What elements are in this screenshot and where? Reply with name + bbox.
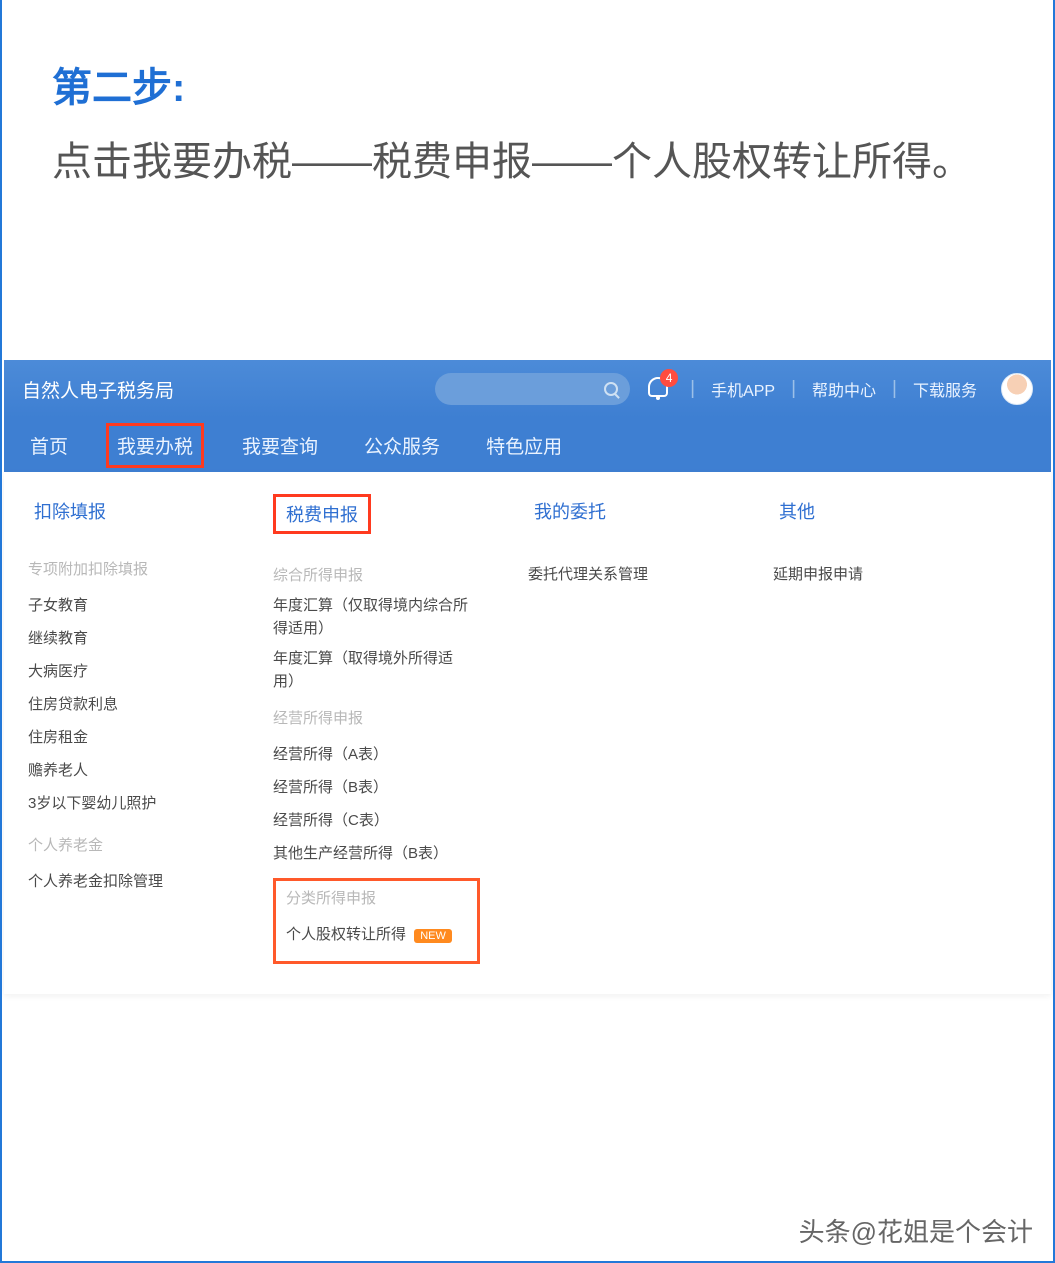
group-title: 专项附加扣除填报 bbox=[28, 558, 225, 579]
separator: | bbox=[892, 378, 897, 400]
step-description: 点击我要办税——税费申报——个人股权转让所得。 bbox=[52, 131, 1003, 193]
group-title: 经营所得申报 bbox=[273, 707, 480, 728]
group-title: 综合所得申报 bbox=[273, 564, 480, 585]
avatar[interactable] bbox=[1001, 373, 1033, 405]
nav-tax[interactable]: 我要办税 bbox=[106, 423, 204, 468]
separator: | bbox=[690, 378, 695, 400]
menu-item[interactable]: 其他生产经营所得（B表） bbox=[273, 837, 480, 870]
nav-feature[interactable]: 特色应用 bbox=[478, 426, 570, 465]
nav-public[interactable]: 公众服务 bbox=[356, 426, 448, 465]
bell-badge: 4 bbox=[660, 369, 678, 387]
menu-item[interactable]: 延期申报申请 bbox=[773, 558, 965, 591]
menu-item[interactable]: 3岁以下婴幼儿照护 bbox=[28, 787, 225, 820]
nav-bar: 首页 我要办税 我要查询 公众服务 特色应用 bbox=[4, 418, 1051, 472]
group-title: 个人养老金 bbox=[28, 834, 225, 855]
menu-item-label: 个人股权转让所得 bbox=[286, 926, 406, 943]
col-header-other[interactable]: 其他 bbox=[773, 494, 821, 528]
new-badge: NEW bbox=[414, 929, 452, 943]
link-download-service[interactable]: 下载服务 bbox=[913, 377, 977, 401]
col-declaration: 税费申报 综合所得申报 年度汇算（仅取得境内综合所得适用） 年度汇算（取得境外所… bbox=[249, 494, 504, 964]
menu-item[interactable]: 委托代理关系管理 bbox=[528, 558, 725, 591]
col-deduction: 扣除填报 专项附加扣除填报 子女教育 继续教育 大病医疗 住房贷款利息 住房租金… bbox=[4, 494, 249, 964]
notification-bell[interactable]: 4 bbox=[648, 377, 670, 401]
tax-app-window: 自然人电子税务局 4 | 手机APP | 帮助中心 | 下载服务 首页 我要办税… bbox=[4, 360, 1051, 994]
col-header-declaration[interactable]: 税费申报 bbox=[273, 494, 371, 534]
source-caption: 头条@花姐是个会计 bbox=[799, 1212, 1033, 1249]
top-bar: 自然人电子税务局 4 | 手机APP | 帮助中心 | 下载服务 bbox=[4, 360, 1051, 418]
highlighted-group: 分类所得申报 个人股权转让所得 NEW bbox=[273, 878, 480, 964]
menu-item[interactable]: 个人养老金扣除管理 bbox=[28, 865, 225, 898]
search-icon bbox=[604, 382, 618, 396]
col-other: 其他 延期申报申请 bbox=[749, 494, 989, 964]
nav-query[interactable]: 我要查询 bbox=[234, 426, 326, 465]
group-title: 分类所得申报 bbox=[286, 887, 467, 908]
menu-item[interactable]: 年度汇算（仅取得境内综合所得适用） bbox=[273, 595, 473, 640]
menu-item[interactable]: 赡养老人 bbox=[28, 754, 225, 787]
menu-item[interactable]: 住房租金 bbox=[28, 721, 225, 754]
link-help-center[interactable]: 帮助中心 bbox=[812, 377, 876, 401]
nav-home[interactable]: 首页 bbox=[22, 426, 76, 465]
menu-item[interactable]: 经营所得（B表） bbox=[273, 771, 480, 804]
brand-title: 自然人电子税务局 bbox=[22, 376, 174, 403]
menu-item[interactable]: 年度汇算（取得境外所得适用） bbox=[273, 648, 473, 693]
menu-item[interactable]: 住房贷款利息 bbox=[28, 688, 225, 721]
menu-item[interactable]: 子女教育 bbox=[28, 589, 225, 622]
search-input[interactable] bbox=[435, 373, 630, 405]
instruction-block: 第二步: 点击我要办税——税费申报——个人股权转让所得。 bbox=[2, 0, 1053, 233]
menu-item[interactable]: 继续教育 bbox=[28, 622, 225, 655]
menu-item-equity-transfer[interactable]: 个人股权转让所得 NEW bbox=[286, 918, 467, 951]
step-title: 第二步: bbox=[52, 55, 1003, 113]
link-mobile-app[interactable]: 手机APP bbox=[711, 377, 775, 401]
col-header-delegation[interactable]: 我的委托 bbox=[528, 494, 612, 528]
menu-item[interactable]: 经营所得（C表） bbox=[273, 804, 480, 837]
menu-item[interactable]: 大病医疗 bbox=[28, 655, 225, 688]
mega-menu: 扣除填报 专项附加扣除填报 子女教育 继续教育 大病医疗 住房贷款利息 住房租金… bbox=[4, 472, 1051, 994]
col-header-deduction[interactable]: 扣除填报 bbox=[28, 494, 112, 528]
col-delegation: 我的委托 委托代理关系管理 bbox=[504, 494, 749, 964]
menu-item[interactable]: 经营所得（A表） bbox=[273, 738, 480, 771]
separator: | bbox=[791, 378, 796, 400]
